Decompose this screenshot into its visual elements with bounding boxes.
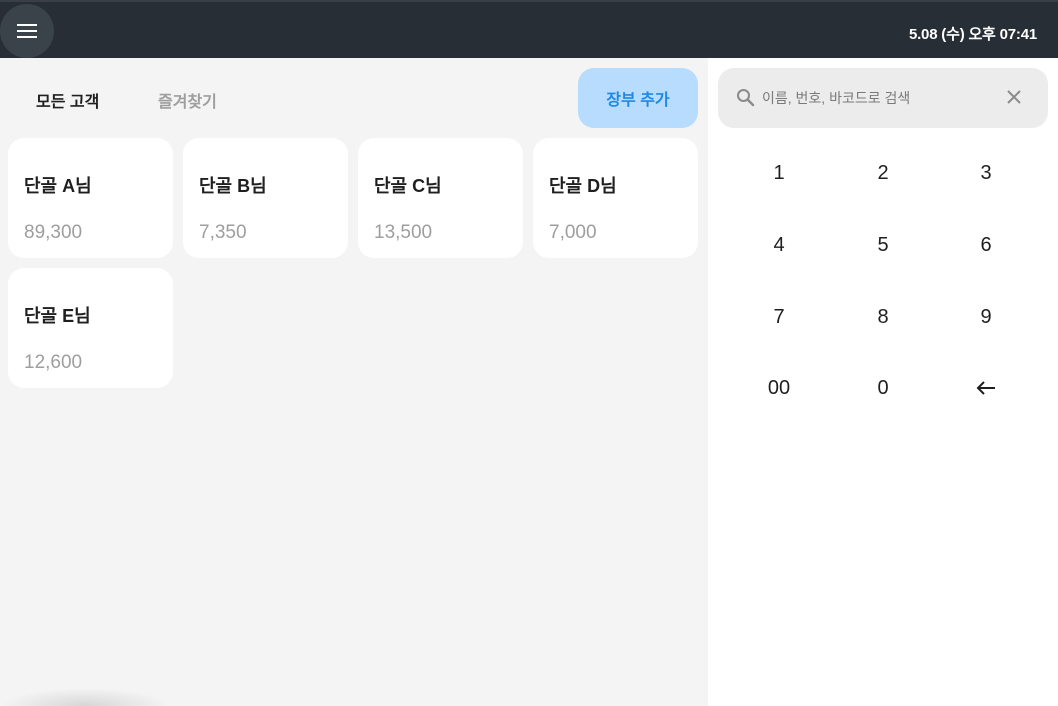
customer-card[interactable]: 단골 A님 89,300 <box>8 138 173 258</box>
key-1[interactable]: 1 <box>729 143 829 203</box>
customer-balance: 7,350 <box>199 222 247 243</box>
customer-card[interactable]: 단골 D님 7,000 <box>533 138 698 258</box>
search-icon <box>737 89 755 107</box>
key-2[interactable]: 2 <box>833 143 933 203</box>
customer-name: 단골 B님 <box>199 176 267 196</box>
search-input[interactable] <box>762 83 992 113</box>
datetime-display: 5.08 (수) 오후 07:41 <box>908 26 1037 43</box>
key-00[interactable]: 00 <box>729 358 829 418</box>
customer-card[interactable]: 단골 B님 7,350 <box>183 138 348 258</box>
customer-name: 단골 C님 <box>374 176 442 196</box>
key-6[interactable]: 6 <box>936 215 1036 275</box>
key-7[interactable]: 7 <box>729 287 829 347</box>
top-bar: 5.08 (수) 오후 07:41 <box>0 0 1058 58</box>
backspace-arrow-icon <box>976 381 995 395</box>
customer-balance: 7,000 <box>549 222 597 243</box>
key-9[interactable]: 9 <box>936 287 1036 347</box>
customer-name: 단골 D님 <box>549 176 617 196</box>
customer-balance: 13,500 <box>374 222 433 243</box>
menu-icon <box>17 24 37 38</box>
key-0[interactable]: 0 <box>833 358 933 418</box>
search-keypad-panel: 1 2 3 4 5 6 7 8 9 00 0 <box>708 58 1058 706</box>
tab-bar: 모든 고객 즐겨찾기 장부 추가 <box>0 58 708 138</box>
customer-panel: 모든 고객 즐겨찾기 장부 추가 단골 A님 89,300 단골 B님 7,35… <box>0 58 708 706</box>
customer-card[interactable]: 단골 E님 12,600 <box>8 268 173 388</box>
menu-button[interactable] <box>0 4 54 58</box>
key-8[interactable]: 8 <box>833 287 933 347</box>
key-4[interactable]: 4 <box>729 215 829 275</box>
backspace-key[interactable] <box>936 358 1036 418</box>
customer-name: 단골 E님 <box>24 306 91 326</box>
customer-balance: 89,300 <box>24 222 83 243</box>
customer-card[interactable]: 단골 C님 13,500 <box>358 138 523 258</box>
customer-balance: 12,600 <box>24 352 83 373</box>
customer-name: 단골 A님 <box>24 176 92 196</box>
key-3[interactable]: 3 <box>936 143 1036 203</box>
tab-favorites[interactable]: 즐겨찾기 <box>158 88 217 112</box>
close-icon[interactable] <box>1006 89 1022 105</box>
tab-all-customers[interactable]: 모든 고객 <box>36 88 99 112</box>
key-5[interactable]: 5 <box>833 215 933 275</box>
add-ledger-button[interactable]: 장부 추가 <box>578 68 698 128</box>
scroll-shadow <box>0 688 170 706</box>
search-bar <box>718 68 1048 128</box>
